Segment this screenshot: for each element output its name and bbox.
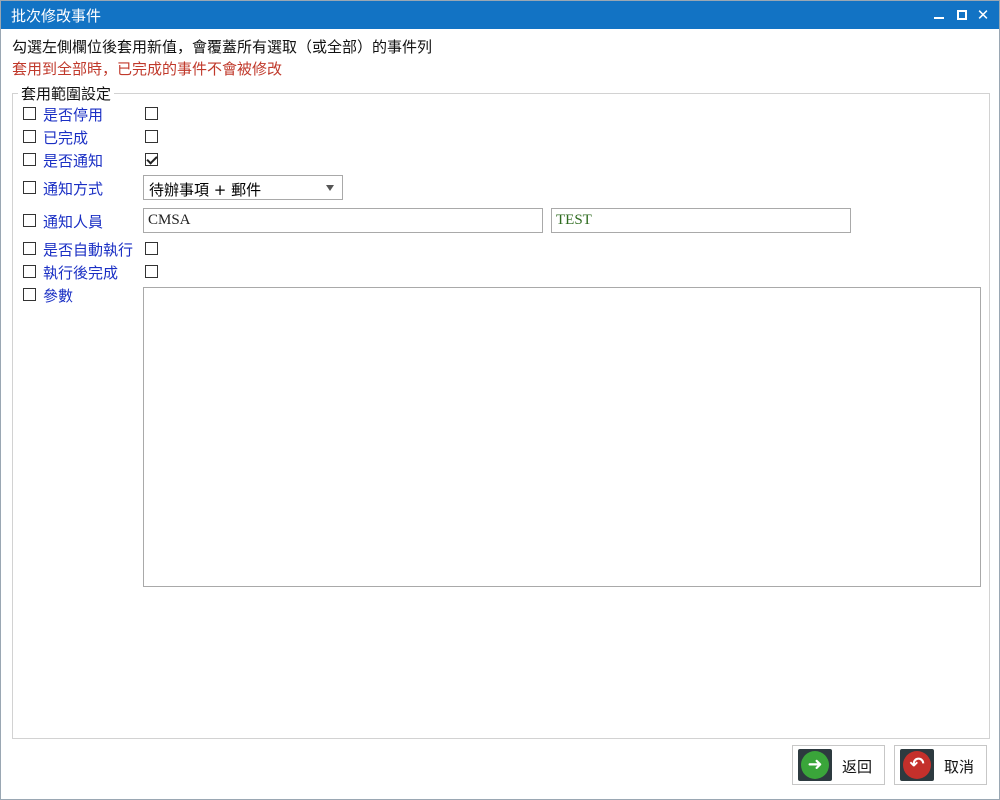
window-title: 批次修改事件 (11, 7, 102, 25)
field-label-notify-method: 通知方式 (43, 180, 104, 198)
cancel-button-label: 取消 (944, 758, 975, 776)
back-button-label: 返回 (842, 758, 873, 776)
undo-arrow-icon: ↶ (900, 749, 934, 781)
auto-execute-value-checkbox[interactable] (145, 242, 158, 255)
field-label-complete-after-execute: 執行後完成 (43, 264, 119, 282)
field-label-completed: 已完成 (43, 129, 89, 147)
completed-value-checkbox[interactable] (145, 130, 158, 143)
title-bar[interactable]: 批次修改事件 ✕ (1, 1, 999, 29)
notify-value-checkbox[interactable] (145, 153, 158, 166)
instruction-text: 勾選左側欄位後套用新值，會覆蓋所有選取（或全部）的事件列 (12, 38, 433, 56)
minimize-icon (934, 17, 944, 19)
cancel-button[interactable]: ↶ 取消 (894, 745, 987, 785)
field-label-parameters: 參數 (43, 287, 74, 305)
field-label-notify-recipients: 通知人員 (43, 213, 104, 231)
enable-disabled-checkbox[interactable] (23, 107, 36, 120)
minimize-button[interactable] (929, 5, 949, 25)
warning-text: 套用到全部時，已完成的事件不會被修改 (12, 60, 283, 78)
forward-arrow-icon: ➜ (798, 749, 832, 781)
enable-notify-method-checkbox[interactable] (23, 181, 36, 194)
field-label-notify: 是否通知 (43, 152, 104, 170)
notify-method-select[interactable]: 待辦事項 + 郵件 (143, 175, 343, 200)
enable-auto-execute-checkbox[interactable] (23, 242, 36, 255)
enable-completed-checkbox[interactable] (23, 130, 36, 143)
maximize-button[interactable] (952, 5, 972, 25)
notify-method-selected-value: 待辦事項 + 郵件 (149, 181, 262, 199)
enable-complete-after-execute-checkbox[interactable] (23, 265, 36, 278)
group-legend: 套用範圍設定 (18, 83, 115, 104)
close-icon: ✕ (976, 6, 990, 24)
maximize-icon (957, 10, 967, 20)
batch-edit-dialog: 批次修改事件 ✕ 勾選左側欄位後套用新值，會覆蓋所有選取（或全部）的事件列 套用… (0, 0, 1000, 800)
recipient-input-primary[interactable]: CMSA (143, 208, 543, 233)
complete-after-execute-value-checkbox[interactable] (145, 265, 158, 278)
close-button[interactable]: ✕ (973, 5, 993, 25)
enable-notify-recipients-checkbox[interactable] (23, 214, 36, 227)
recipient-input-secondary[interactable]: TEST (551, 208, 851, 233)
enable-parameters-checkbox[interactable] (23, 288, 36, 301)
field-label-auto-execute: 是否自動執行 (43, 241, 134, 259)
field-label-disabled: 是否停用 (43, 106, 104, 124)
chevron-down-icon (326, 185, 334, 191)
back-button[interactable]: ➜ 返回 (792, 745, 885, 785)
enable-notify-checkbox[interactable] (23, 153, 36, 166)
parameters-textarea[interactable] (143, 287, 981, 587)
disabled-value-checkbox[interactable] (145, 107, 158, 120)
